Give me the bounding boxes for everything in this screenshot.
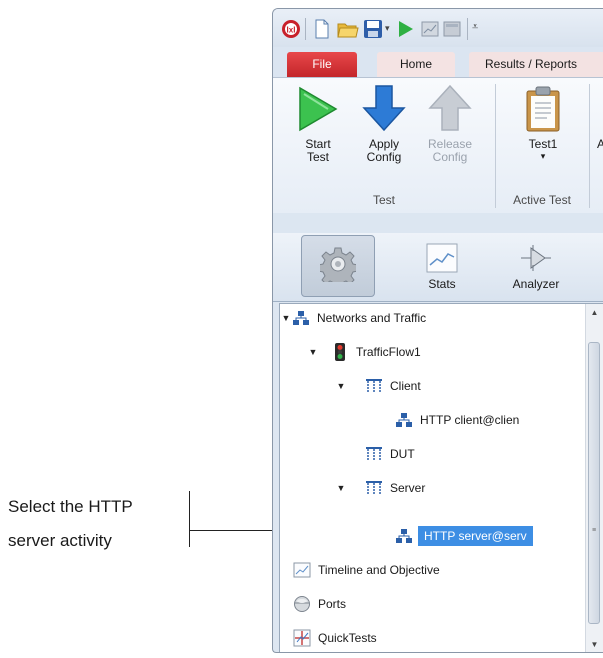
gear-icon: [302, 236, 374, 292]
new-document-icon[interactable]: [313, 19, 331, 44]
ribbon: Start Test Apply Config Release Config T…: [273, 77, 603, 215]
grid-toolbar-icon[interactable]: [443, 19, 461, 44]
collapse-triangle-icon[interactable]: ▼: [336, 381, 346, 391]
configuration-nav-button[interactable]: [301, 235, 375, 297]
callout-text-line1: Select the HTTP: [8, 497, 133, 516]
port-role-icon: [364, 478, 384, 498]
scrollbar-thumb[interactable]: ≡: [588, 342, 600, 624]
quick-access-toolbar: IxI ▾ ⩡: [273, 9, 603, 47]
callout-bracket: [189, 491, 190, 547]
qat-separator: [305, 18, 306, 40]
active-test-label: Test1: [528, 137, 558, 151]
chart-icon: [405, 235, 479, 273]
apply-config-button[interactable]: Apply Config: [359, 82, 409, 164]
start-test-button[interactable]: Start Test: [293, 82, 343, 164]
tree-label: DUT: [390, 447, 415, 461]
analyzer-icon: [499, 235, 573, 273]
tree-scrollbar[interactable]: ▲ ≡ ▼: [585, 304, 603, 652]
analyzer-nav-label: Analyzer: [512, 277, 560, 291]
ribbon-group-separator: [589, 84, 590, 208]
collapse-triangle-icon[interactable]: ▼: [336, 483, 346, 493]
stats-nav-label: Stats: [428, 277, 456, 291]
tree-item-networks-and-traffic[interactable]: ▼ Networks and Traffic: [281, 306, 426, 330]
configuration-tree: ▼ Networks and Traffic ▼ TrafficFlow1 ▼ …: [279, 303, 603, 652]
ribbon-collapse-bar: [273, 213, 603, 234]
quicktest-icon: [292, 628, 312, 648]
analyzer-nav-button[interactable]: Analyzer: [499, 235, 573, 297]
network-icon: [394, 410, 414, 430]
scrollbar-grip-icon: ≡: [592, 527, 597, 534]
port-role-icon: [364, 444, 384, 464]
tree-item-ports[interactable]: Ports: [292, 592, 346, 616]
save-icon[interactable]: [363, 19, 383, 44]
tab-results-reports[interactable]: Results / Reports: [469, 52, 603, 77]
app-logo-icon[interactable]: IxI: [281, 19, 301, 44]
collapse-triangle-icon[interactable]: ▼: [281, 313, 291, 323]
up-arrow-icon: [425, 82, 475, 132]
play-icon: [293, 82, 343, 132]
chevron-down-icon: ▾: [540, 151, 546, 161]
customize-toolbar-icon[interactable]: ⩡: [472, 21, 478, 34]
tree-label: Timeline and Objective: [318, 563, 440, 577]
tab-file[interactable]: File: [287, 52, 357, 77]
save-dropdown-icon[interactable]: ▾: [385, 23, 390, 34]
play-icon[interactable]: [397, 19, 415, 44]
release-config-label: Release Config: [427, 137, 473, 164]
stats-toolbar-icon[interactable]: [421, 19, 439, 44]
tree-item-timeline-and-objective[interactable]: Timeline and Objective: [292, 558, 440, 582]
apply-config-label: Apply Config: [366, 137, 402, 164]
tab-home[interactable]: Home: [377, 52, 455, 77]
stats-nav-button[interactable]: Stats: [405, 235, 479, 297]
tree-item-server[interactable]: ▼ Server: [336, 476, 425, 500]
release-config-button[interactable]: Release Config: [425, 82, 475, 164]
tree-item-trafficflow1[interactable]: ▼ TrafficFlow1: [308, 340, 421, 364]
chart-icon: [292, 560, 312, 580]
app-window: IxI ▾ ⩡ File Home Results / Reports Star…: [272, 8, 603, 653]
active-test-dropdown[interactable]: Test1 ▾: [511, 82, 575, 161]
tree-label: Server: [390, 481, 426, 495]
tree-item-client[interactable]: ▼ Client: [336, 374, 421, 398]
tree-label: Ports: [318, 597, 347, 611]
down-arrow-icon: [359, 82, 409, 132]
svg-text:IxI: IxI: [287, 26, 296, 35]
ribbon-group-test-label: Test: [372, 193, 395, 207]
navigation-strip: Stats Analyzer: [273, 233, 603, 302]
tree-label: QuickTests: [318, 631, 377, 645]
scroll-down-icon[interactable]: ▼: [586, 636, 603, 652]
port-sphere-icon: [292, 594, 312, 614]
collapse-triangle-icon[interactable]: ▼: [308, 347, 318, 357]
port-role-icon: [364, 376, 384, 396]
tree-label: HTTP client@clien: [420, 413, 520, 427]
network-icon: [394, 526, 414, 546]
tree-item-quicktests[interactable]: QuickTests: [292, 626, 377, 650]
open-folder-icon[interactable]: [337, 19, 359, 44]
ribbon-button-clipped[interactable]: A: [597, 82, 603, 151]
ribbon-group-separator: [495, 84, 496, 208]
tree-item-http-server[interactable]: HTTP server@serv: [394, 524, 533, 548]
ribbon-group-active-test-label: Active Test: [513, 193, 571, 207]
traffic-light-icon: [330, 342, 350, 362]
callout-text-line2: server activity: [8, 531, 112, 550]
tree-label: HTTP server@serv: [418, 526, 533, 546]
tree-label: Client: [390, 379, 421, 393]
tree-label: TrafficFlow1: [356, 345, 421, 359]
tree-label: Networks and Traffic: [317, 311, 427, 325]
qat-separator: [467, 18, 468, 40]
network-icon: [291, 308, 311, 328]
scroll-up-icon[interactable]: ▲: [586, 304, 603, 321]
ribbon-tabs: File Home Results / Reports: [273, 47, 603, 77]
start-test-label: Start Test: [305, 137, 331, 164]
clipboard-icon: [511, 82, 575, 132]
tree-item-dut[interactable]: DUT: [364, 442, 415, 466]
tree-item-http-client[interactable]: HTTP client@clien: [394, 408, 519, 432]
